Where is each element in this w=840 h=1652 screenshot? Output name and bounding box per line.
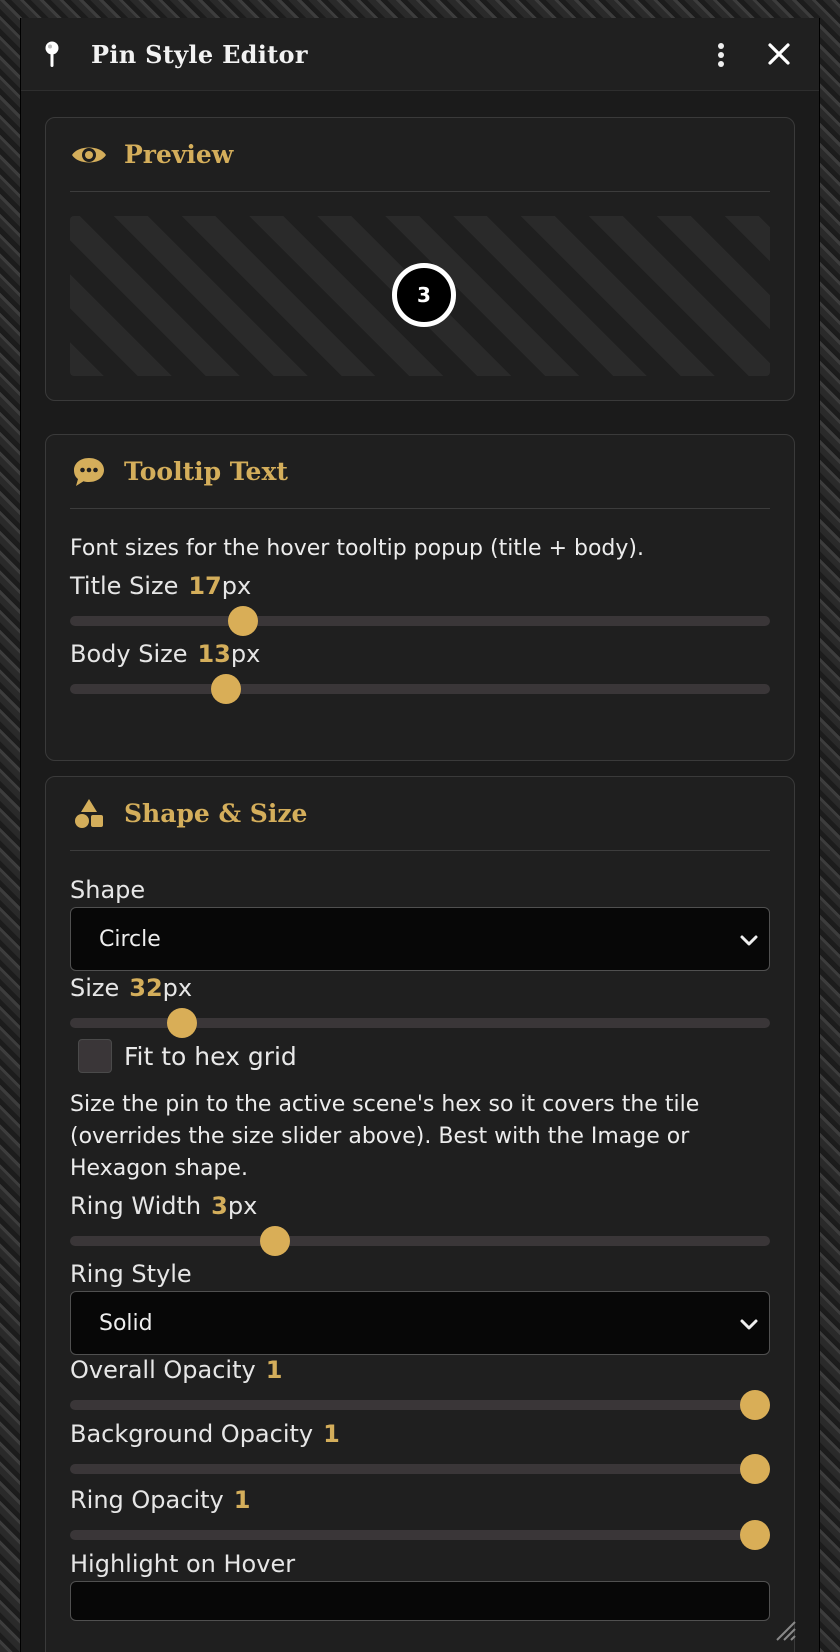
ring-width-label: Ring Width 3px bbox=[70, 1189, 770, 1223]
dot-icon bbox=[718, 61, 724, 67]
slider-thumb[interactable] bbox=[227, 606, 258, 636]
size-text: Size bbox=[70, 974, 120, 1002]
slider-thumb[interactable] bbox=[740, 1520, 770, 1550]
body-size-slider[interactable] bbox=[70, 671, 770, 705]
slider-thumb[interactable] bbox=[211, 674, 242, 704]
slider-track[interactable] bbox=[70, 1464, 770, 1474]
fit-to-hex-description: Size the pin to the active scene's hex s… bbox=[70, 1092, 700, 1181]
background-opacity-slider[interactable] bbox=[70, 1451, 770, 1485]
preview-heading: Preview bbox=[124, 140, 234, 169]
slider-thumb[interactable] bbox=[167, 1008, 197, 1038]
resize-grip-icon[interactable] bbox=[771, 1616, 797, 1642]
shape-size-panel: Shape & Size Shape Circle Size 32px Fit t… bbox=[45, 776, 795, 1652]
preview-canvas: 3 bbox=[70, 216, 770, 376]
preview-pin-label: 3 bbox=[417, 283, 431, 307]
slider-thumb[interactable] bbox=[260, 1226, 291, 1256]
ring-width-unit: px bbox=[227, 1192, 258, 1220]
shape-header: Shape & Size bbox=[70, 777, 770, 851]
speech-bubble-icon bbox=[74, 457, 104, 486]
eye-icon bbox=[72, 147, 106, 162]
ring-width-value: 3 bbox=[211, 1192, 228, 1220]
slider-track[interactable] bbox=[70, 1530, 770, 1540]
ring-width-text: Ring Width bbox=[70, 1192, 202, 1220]
map-pin-icon bbox=[45, 41, 59, 67]
ring-opacity-value: 1 bbox=[233, 1486, 251, 1514]
size-value: 32 bbox=[129, 974, 163, 1002]
slider-thumb[interactable] bbox=[740, 1454, 770, 1484]
slider-track[interactable] bbox=[70, 684, 770, 694]
shape-select[interactable]: Circle bbox=[70, 907, 770, 971]
fit-to-hex-label: Fit to hex grid bbox=[124, 1041, 297, 1071]
shape-label: Shape bbox=[70, 876, 146, 904]
ring-opacity-text: Ring Opacity bbox=[70, 1486, 224, 1514]
window-title: Pin Style Editor bbox=[91, 39, 308, 69]
tooltip-text-panel: Tooltip Text Font sizes for the hover to… bbox=[45, 434, 795, 761]
tooltip-header: Tooltip Text bbox=[70, 435, 770, 509]
body-size-unit: px bbox=[230, 640, 261, 668]
preview-header: Preview bbox=[70, 118, 770, 192]
title-bar[interactable]: Pin Style Editor bbox=[21, 18, 819, 91]
shape-heading: Shape & Size bbox=[124, 799, 308, 828]
ring-opacity-slider[interactable] bbox=[70, 1517, 770, 1551]
preview-pin: 3 bbox=[392, 263, 456, 327]
chevron-down-icon bbox=[740, 1319, 758, 1330]
shapes-icon bbox=[75, 798, 103, 828]
slider-track[interactable] bbox=[70, 1400, 770, 1410]
chevron-down-icon bbox=[740, 935, 758, 946]
slider-thumb[interactable] bbox=[740, 1390, 770, 1420]
ring-style-select[interactable]: Solid bbox=[70, 1291, 770, 1355]
body-size-text: Body Size bbox=[70, 640, 188, 668]
tooltip-description: Font sizes for the hover tooltip popup (… bbox=[70, 536, 644, 561]
size-unit: px bbox=[162, 974, 193, 1002]
fit-to-hex-checkbox[interactable] bbox=[78, 1039, 112, 1073]
title-size-value: 17 bbox=[188, 572, 222, 600]
highlight-on-hover-select[interactable] bbox=[70, 1581, 770, 1621]
background-opacity-text: Background Opacity bbox=[70, 1420, 314, 1448]
title-size-label: Title Size 17px bbox=[70, 569, 770, 603]
tooltip-heading: Tooltip Text bbox=[124, 457, 288, 486]
slider-track[interactable] bbox=[70, 1236, 770, 1246]
preview-panel: Preview 3 bbox=[45, 117, 795, 401]
pin-style-editor-window: Pin Style Editor Preview 3 Tooltip Text … bbox=[20, 18, 820, 1652]
close-icon[interactable] bbox=[765, 40, 793, 68]
title-size-unit: px bbox=[221, 572, 252, 600]
fit-to-hex-row[interactable]: Fit to hex grid bbox=[70, 1035, 770, 1077]
body-size-label: Body Size 13px bbox=[70, 637, 770, 671]
ring-style-selected-value: Solid bbox=[99, 1310, 153, 1336]
more-options-button[interactable] bbox=[715, 40, 727, 70]
title-size-text: Title Size bbox=[70, 572, 179, 600]
highlight-on-hover-label: Highlight on Hover bbox=[70, 1550, 296, 1578]
ring-opacity-label: Ring Opacity 1 bbox=[70, 1483, 770, 1517]
size-slider[interactable] bbox=[70, 1005, 770, 1039]
background-opacity-value: 1 bbox=[323, 1420, 340, 1448]
background-opacity-label: Background Opacity 1 bbox=[70, 1417, 770, 1451]
overall-opacity-value: 1 bbox=[265, 1356, 283, 1384]
overall-opacity-label: Overall Opacity 1 bbox=[70, 1353, 770, 1387]
dot-icon bbox=[718, 52, 724, 58]
shape-selected-value: Circle bbox=[99, 926, 161, 952]
size-label: Size 32px bbox=[70, 971, 770, 1005]
overall-opacity-slider[interactable] bbox=[70, 1387, 770, 1421]
ring-style-label: Ring Style bbox=[70, 1260, 192, 1288]
slider-track[interactable] bbox=[70, 616, 770, 626]
title-size-slider[interactable] bbox=[70, 603, 770, 637]
body-size-value: 13 bbox=[197, 640, 231, 668]
ring-width-slider[interactable] bbox=[70, 1223, 770, 1257]
dot-icon bbox=[718, 43, 724, 49]
overall-opacity-text: Overall Opacity bbox=[70, 1356, 256, 1384]
